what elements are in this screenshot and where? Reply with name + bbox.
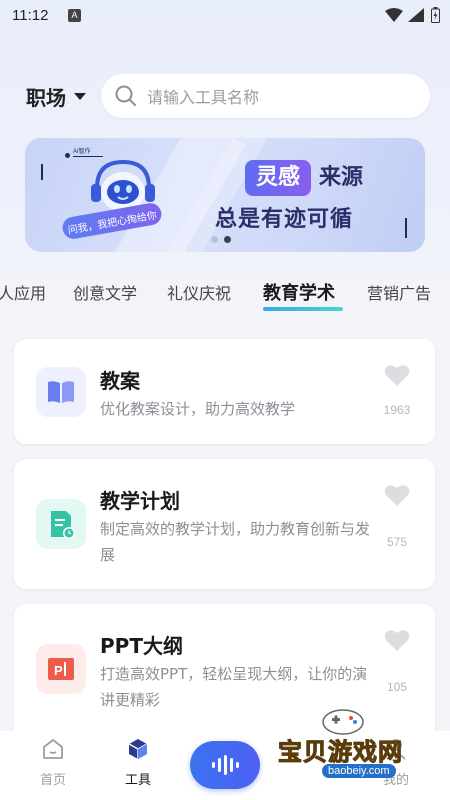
status-time: 11:12 xyxy=(12,7,49,24)
plan-doc-icon xyxy=(36,499,86,549)
tool-title: 教案 xyxy=(100,369,140,393)
watermark-url: baobeiy.com xyxy=(322,764,396,778)
favorite-count: 575 xyxy=(386,535,408,549)
tab-active-indicator xyxy=(263,307,343,311)
header: 职场 请输入工具名称 xyxy=(0,74,450,120)
nav-home-label: 首页 xyxy=(39,773,66,788)
book-icon xyxy=(36,367,86,417)
category-selector[interactable]: 职场 xyxy=(26,82,86,111)
heart-icon[interactable] xyxy=(384,483,410,507)
tool-card[interactable]: 教学计划 制定高效的教学计划，助力教育创新与发展 575 xyxy=(14,459,435,589)
tab-etiquette[interactable]: 礼仪庆祝 xyxy=(167,280,231,304)
signal-icon xyxy=(408,8,424,22)
nav-tools-label: 工具 xyxy=(124,773,151,788)
ppt-icon: P xyxy=(36,644,86,694)
svg-text:P: P xyxy=(54,663,63,678)
banner-tagline: AI智作 xyxy=(73,149,91,155)
banner-headline: 来源 xyxy=(319,165,364,190)
tab-creative-writing[interactable]: 创意文学 xyxy=(73,280,137,304)
carousel-dot-active[interactable] xyxy=(224,236,231,243)
tab-personal-apps[interactable]: 人应用 xyxy=(0,280,46,304)
banner-subline: 总是有迹可循 xyxy=(215,207,354,232)
heart-icon[interactable] xyxy=(384,628,410,652)
favorite-count: 105 xyxy=(386,680,408,694)
category-label: 职场 xyxy=(26,86,66,110)
category-tabs: 人应用 创意文学 礼仪庆祝 教育学术 营销广告 xyxy=(0,276,450,316)
carousel-dot[interactable] xyxy=(211,236,218,243)
watermark-text: 宝贝游戏网 xyxy=(278,738,403,767)
banner-deco-line xyxy=(73,156,103,157)
tool-title: PPT大纲 xyxy=(100,634,183,658)
tab-education[interactable]: 教育学术 xyxy=(263,279,335,305)
tool-title: 教学计划 xyxy=(100,489,180,513)
search-icon xyxy=(115,85,136,106)
banner-deco-bar xyxy=(405,218,407,238)
caret-down-icon xyxy=(74,93,86,100)
nav-tools[interactable]: 工具 xyxy=(108,737,168,788)
wifi-icon xyxy=(385,8,403,22)
banner-deco-dot xyxy=(65,153,70,158)
tool-card[interactable]: 教案 优化教案设计，助力高效教学 1963 xyxy=(14,339,435,444)
tool-description: 制定高效的教学计划，助力教育创新与发展 xyxy=(100,520,371,564)
notification-a-icon: A xyxy=(68,9,81,22)
banner-highlight: 灵感 xyxy=(245,160,311,196)
battery-icon xyxy=(431,7,440,23)
search-input[interactable]: 请输入工具名称 xyxy=(101,74,430,118)
status-bar: 11:12 A xyxy=(0,0,450,32)
site-watermark: 宝贝游戏网 baobeiy.com xyxy=(270,700,450,800)
tool-description: 优化教案设计，助力高效教学 xyxy=(100,400,296,418)
sound-wave-icon xyxy=(212,755,239,775)
search-placeholder: 请输入工具名称 xyxy=(147,88,260,107)
home-icon xyxy=(43,739,63,759)
promo-banner[interactable]: AI智作 问我，我把心掏给你 灵感 来源 总是有迹可循 xyxy=(25,138,425,252)
carousel-indicator xyxy=(211,236,231,243)
favorite-count: 1963 xyxy=(383,403,411,417)
heart-icon[interactable] xyxy=(384,363,410,387)
cube-icon xyxy=(128,739,148,759)
tab-marketing[interactable]: 营销广告 xyxy=(367,280,431,304)
nav-home[interactable]: 首页 xyxy=(23,737,83,788)
voice-input-button[interactable] xyxy=(190,741,260,789)
banner-deco-bar xyxy=(41,164,43,180)
